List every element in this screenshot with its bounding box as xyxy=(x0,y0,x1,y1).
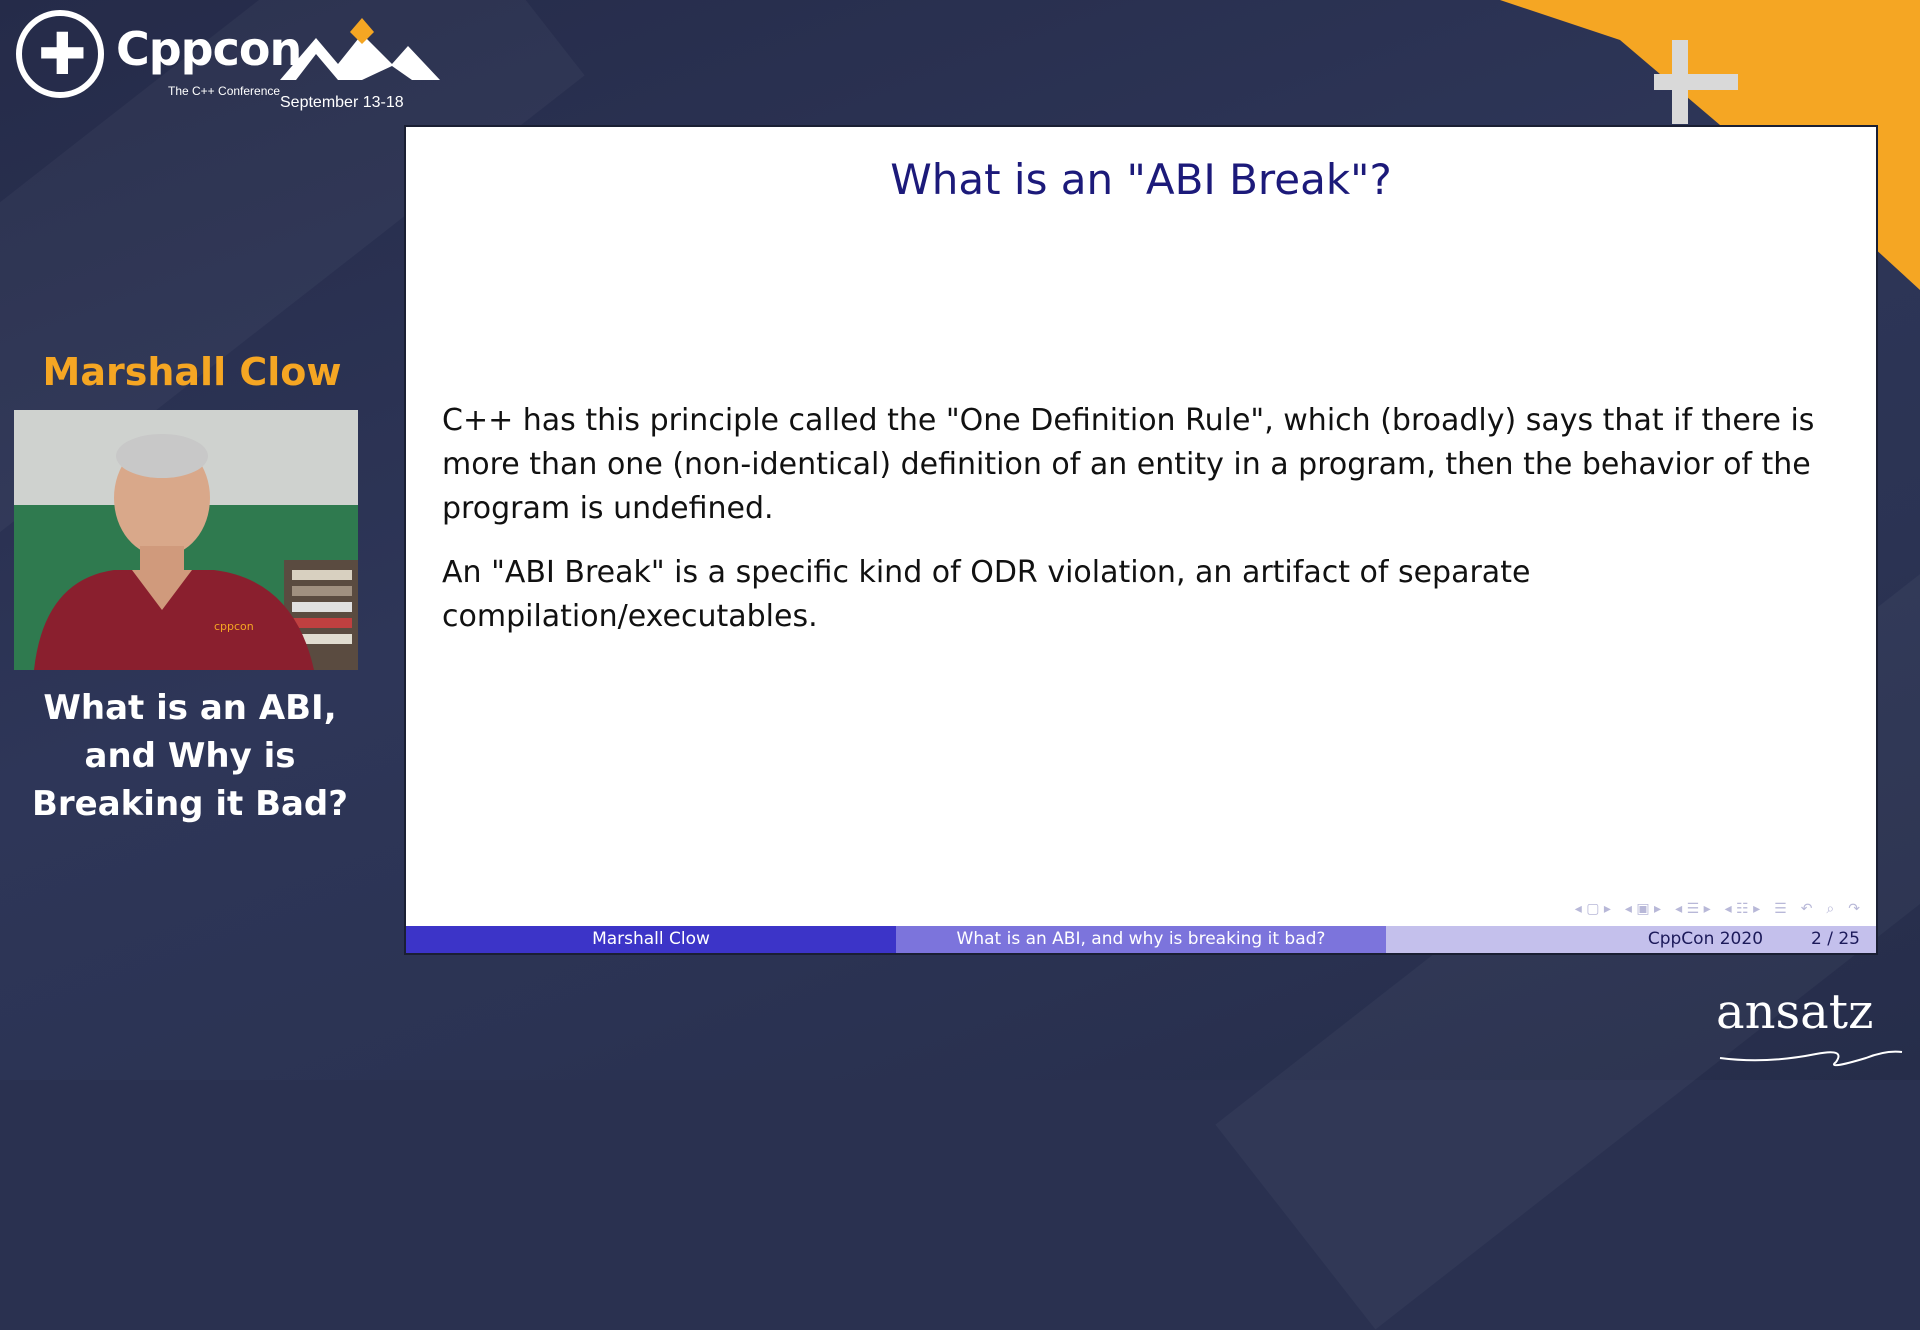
cppcon-logo: ✚ Cppcon The C++ Conference September 13… xyxy=(16,10,440,111)
logo-subtitle: The C++ Conference xyxy=(168,84,281,98)
search-icon[interactable]: ⌕ xyxy=(1826,901,1834,917)
nav-back-icon[interactable]: ↶ xyxy=(1801,901,1813,917)
event-dates: September 13-18 xyxy=(280,94,404,111)
slide-paragraph: An "ABI Break" is a specific kind of ODR… xyxy=(442,555,1531,634)
beamer-navigation: ◂ ▢ ▸ ◂ ▣ ▸ ◂ ☰ ▸ ◂ ☷ ▸ ☰ ↶ ⌕ ↷ xyxy=(1575,899,1860,919)
nav-section-icon[interactable]: ◂ ☰ ▸ xyxy=(1675,901,1711,917)
slide-paragraph: C++ has this principle called the "One D… xyxy=(442,403,1815,526)
footer-page-number: 2 / 25 xyxy=(1811,929,1860,949)
speaker-webcam: cppcon xyxy=(14,410,358,670)
nav-outline-icon[interactable]: ☰ xyxy=(1774,901,1787,917)
shirt-logo: cppcon xyxy=(214,620,254,633)
mountains-icon xyxy=(280,18,440,80)
logo-word: Cppcon xyxy=(116,22,302,76)
talk-title: What is an ABI, and Why is Breaking it B… xyxy=(32,688,348,824)
plus-icon: ✚ xyxy=(38,20,87,88)
slide-title: What is an "ABI Break"? xyxy=(890,155,1392,204)
slide-body: C++ has this principle called the "One D… xyxy=(442,399,1842,659)
sponsor-logo: ansatz xyxy=(1716,984,1874,1040)
footer-right: CppCon 2020 2 / 25 xyxy=(1386,926,1876,953)
sponsor-swoosh-icon xyxy=(1719,1050,1903,1067)
slide-footer: Marshall Clow What is an ABI, and why is… xyxy=(406,926,1876,953)
nav-forward-icon[interactable]: ↷ xyxy=(1848,901,1860,917)
footer-conference: CppCon 2020 xyxy=(1647,929,1764,949)
webcam-image: cppcon xyxy=(14,410,358,670)
nav-subsubsection-icon[interactable]: ◂ ☷ ▸ xyxy=(1725,901,1761,917)
nav-frame-icon[interactable]: ◂ ▢ ▸ xyxy=(1575,901,1611,917)
presentation-slide: What is an "ABI Break"? C++ has this pri… xyxy=(404,125,1878,955)
footer-author: Marshall Clow xyxy=(406,926,896,953)
footer-title: What is an ABI, and why is breaking it b… xyxy=(896,926,1386,953)
nav-subsection-icon[interactable]: ◂ ▣ ▸ xyxy=(1625,901,1661,917)
speaker-name: Marshall Clow xyxy=(42,350,342,394)
